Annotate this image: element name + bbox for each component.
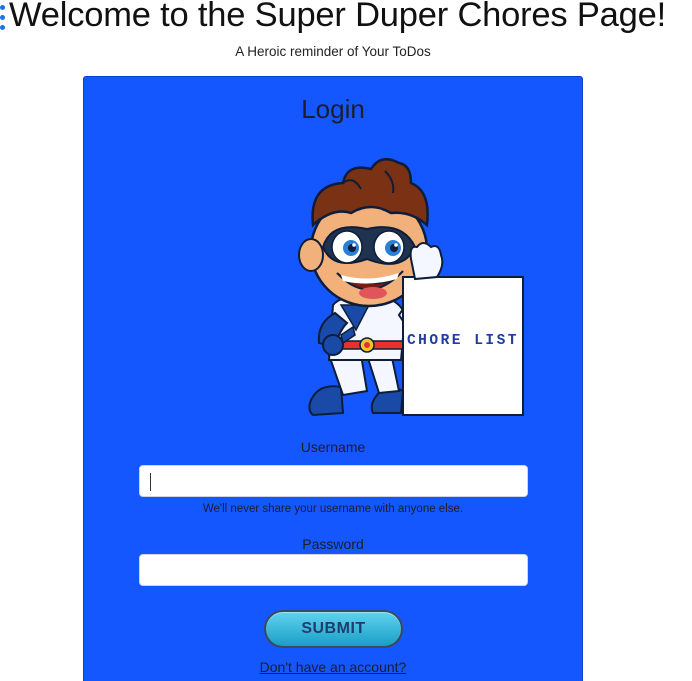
login-card: Login CHORE LIST Username We'll never sh…: [83, 76, 583, 681]
password-label: Password: [302, 536, 364, 552]
page-title: Welcome to the Super Duper Chores Page!: [9, 0, 666, 34]
username-label: Username: [300, 439, 366, 455]
page: Welcome to the Super Duper Chores Page! …: [0, 0, 692, 681]
submit-button[interactable]: SUBMIT: [264, 610, 403, 648]
password-input[interactable]: [139, 554, 528, 586]
chore-list-sign-text: CHORE LIST: [407, 333, 519, 349]
page-subtitle: A Heroic reminder of Your ToDos: [235, 44, 431, 59]
menu-dots-icon[interactable]: [0, 5, 6, 33]
username-input[interactable]: [139, 465, 528, 497]
text-caret: [150, 473, 151, 491]
signup-link[interactable]: Don't have an account?: [84, 659, 582, 675]
username-help-text: We'll never share your username with any…: [202, 503, 464, 515]
login-title: Login: [301, 94, 365, 124]
superhero-mascot-illustration: CHORE LIST: [298, 157, 524, 417]
